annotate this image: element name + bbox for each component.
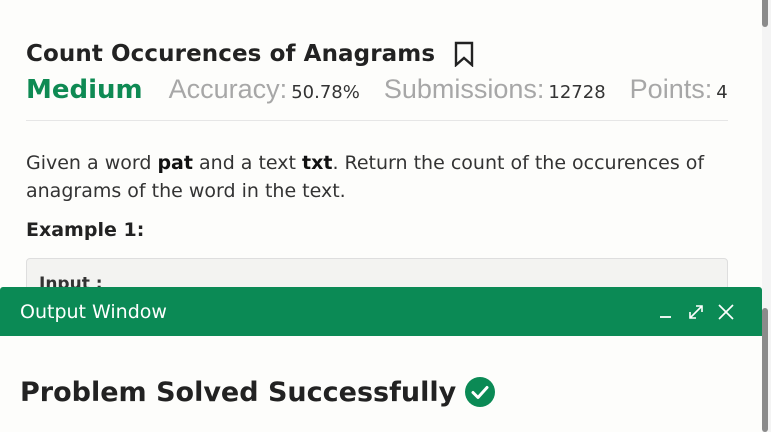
check-circle-icon [464, 376, 496, 408]
description-keyword-pat: pat [157, 152, 193, 174]
divider [26, 120, 728, 121]
accuracy-label: Accuracy: [168, 74, 288, 104]
example-heading: Example 1: [26, 219, 145, 241]
difficulty-badge: Medium [26, 75, 143, 105]
output-window-header: Output Window [0, 287, 762, 336]
problem-meta: Medium Accuracy: 50.78% Submissions: 127… [26, 74, 728, 105]
output-window-title: Output Window [20, 300, 167, 323]
problem-title: Count Occurences of Anagrams [26, 41, 436, 67]
success-message: Problem Solved Successfully [20, 376, 457, 408]
output-window: Output Window Problem Solved Successfull… [0, 287, 762, 432]
points-value: 4 [716, 82, 728, 103]
points-label: Points: [629, 74, 713, 104]
submissions-label: Submissions: [383, 74, 545, 104]
close-icon[interactable] [716, 302, 736, 322]
accuracy-value: 50.78% [291, 82, 360, 103]
expand-icon[interactable] [686, 302, 706, 322]
description-keyword-txt: txt [302, 152, 333, 174]
submissions-value: 12728 [548, 82, 606, 103]
problem-title-row: Count Occurences of Anagrams [26, 39, 475, 69]
description-text: Given a word [26, 152, 158, 174]
success-message-row: Problem Solved Successfully [20, 376, 496, 408]
output-window-controls [656, 302, 736, 322]
minimize-icon[interactable] [656, 302, 676, 322]
bookmark-icon[interactable] [453, 39, 475, 69]
scrollbar-thumb[interactable] [762, 308, 768, 432]
scrollbar-thumb-top[interactable] [762, 0, 768, 27]
problem-description: Given a word pat and a text txt. Return … [26, 149, 726, 205]
description-text: and a text [192, 152, 303, 174]
